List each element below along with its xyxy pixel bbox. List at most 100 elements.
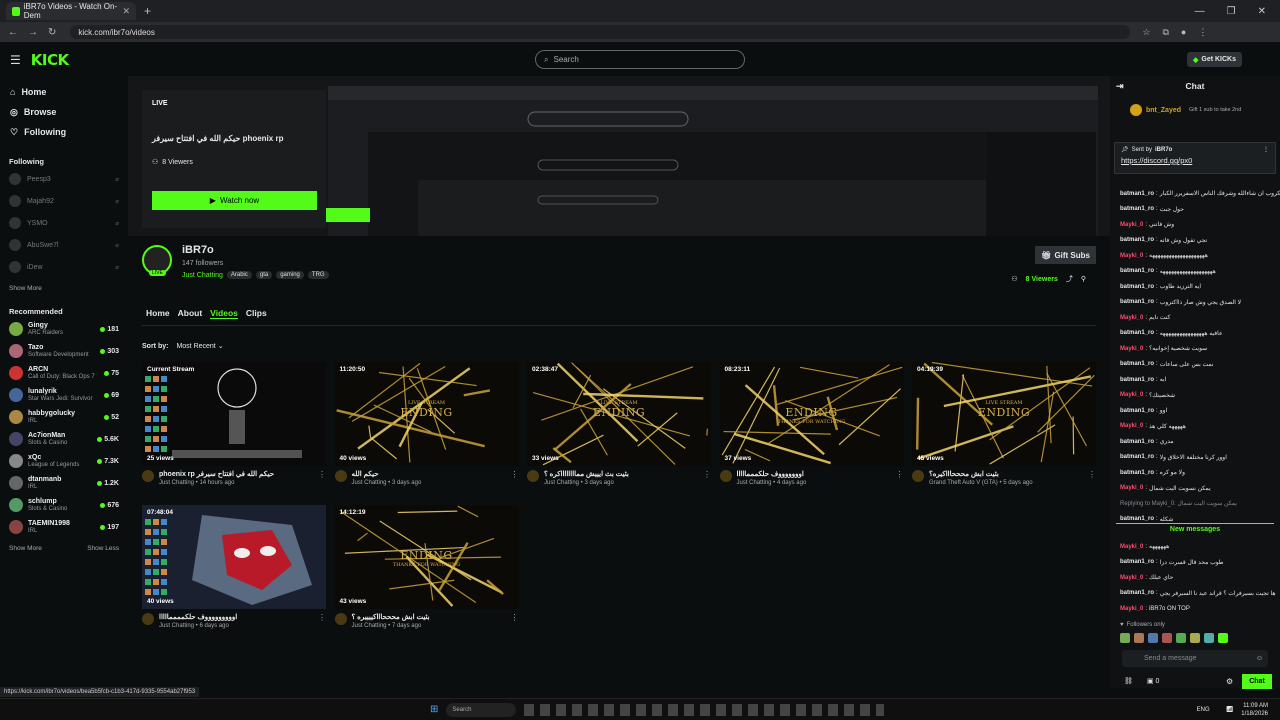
sidebar-item-browse[interactable]: ◎ Browse [10, 102, 118, 122]
video-thumbnail[interactable]: Current Stream 25 views [142, 362, 326, 466]
recommended-channel[interactable]: schlump Slots & Casino 676 [0, 494, 128, 516]
chat-username[interactable]: Mayki_0 [1120, 575, 1143, 581]
video-thumbnail[interactable]: ENDING LIVE STREAM 04:19:39 45 views [912, 362, 1096, 466]
channel-tag[interactable]: gaming [276, 271, 304, 279]
video-card[interactable]: ENDING THANKS FOR WATCHING 14:12:19 43 view… [334, 505, 519, 630]
show-more-button[interactable]: Show More [9, 545, 42, 552]
emoji-icon[interactable]: ☺ [1256, 655, 1263, 662]
collapse-chat-icon[interactable]: ⇥ [1116, 81, 1124, 92]
video-menu-icon[interactable]: ⋮ [511, 613, 519, 630]
new-tab-icon[interactable]: + [144, 4, 151, 18]
chat-username[interactable]: Mayki_0 [1120, 315, 1143, 321]
video-menu-icon[interactable]: ⋮ [703, 470, 711, 487]
chat-username[interactable]: batman1_ro [1120, 590, 1154, 596]
back-icon[interactable]: ← [8, 27, 18, 38]
recommended-channel[interactable]: xQc League of Legends 7.3K [0, 450, 128, 472]
video-title[interactable]: phoenix rp حيكم الله في افتتاح سيرفر [159, 470, 274, 479]
pinned-link[interactable]: https://discord.gg/px0 [1121, 156, 1269, 165]
chat-username[interactable]: batman1_ro [1120, 559, 1154, 565]
video-title[interactable]: بثيت ابش محححاااكييييره ؟ [352, 613, 430, 622]
chat-username[interactable]: batman1_ro [1120, 377, 1154, 383]
video-menu-icon[interactable]: ⋮ [1088, 470, 1096, 487]
sidebar-item-home[interactable]: ⌂ Home [10, 82, 118, 102]
emote[interactable] [1190, 633, 1200, 643]
minimize-icon[interactable]: — [1195, 6, 1205, 17]
recommended-channel[interactable]: Tazo Software Development 303 [0, 340, 128, 362]
chat-username[interactable]: batman1_ro [1120, 330, 1154, 336]
extensions-icon[interactable]: ⧉ [1162, 27, 1168, 38]
recommended-channel[interactable]: Gingy ARC Raiders 181 [0, 318, 128, 340]
chat-username[interactable]: batman1_ro [1120, 268, 1154, 274]
chat-username[interactable]: batman1_ro [1120, 516, 1154, 522]
stream-preview[interactable]: LIVE phoenix rp حيكم الله في افتتاح سيرف… [128, 76, 1110, 236]
language-indicator[interactable]: ENG [1197, 707, 1210, 713]
video-card[interactable]: ENDING THANKS FOR WATCHING 08:23:11 37 view… [719, 362, 904, 487]
close-tab-icon[interactable]: ✕ [122, 6, 130, 17]
top-gifter-name[interactable]: bnt_Zayed [1146, 107, 1181, 114]
forward-icon[interactable]: → [28, 27, 38, 38]
chat-username[interactable]: Mayki_0 [1120, 423, 1143, 429]
show-less-button[interactable]: Show Less [87, 545, 119, 552]
follow-user-icon[interactable]: ⚲ [1081, 275, 1086, 283]
followed-channel[interactable]: Majah92 ⌀ [0, 190, 128, 212]
recommended-channel[interactable]: habbygolucky IRL 52 [0, 406, 128, 428]
chat-username[interactable]: batman1_ro [1120, 439, 1154, 445]
search-input[interactable]: ⌕ Search [535, 50, 745, 69]
tab-home[interactable]: Home [146, 308, 170, 319]
chat-username[interactable]: batman1_ro [1120, 299, 1154, 305]
chat-username[interactable]: Mayki_0 [1120, 253, 1143, 259]
tab-clips[interactable]: Clips [246, 308, 267, 319]
video-card[interactable]: Current Stream 25 views phoenix rp حيكم ال… [142, 362, 326, 487]
url-field[interactable]: kick.com/ibr7o/videos [70, 25, 1131, 39]
video-title[interactable]: اوووووووف حلكمممااااا [737, 470, 807, 479]
recommended-channel[interactable]: Ac7ionMan Slots & Casino 5.6K [0, 428, 128, 450]
points-display[interactable]: ▣ 0 [1147, 677, 1159, 685]
video-menu-icon[interactable]: ⋮ [896, 470, 904, 487]
video-menu-icon[interactable]: ⋮ [318, 470, 326, 487]
channel-tag[interactable]: TRG [307, 271, 329, 279]
channel-category[interactable]: Just Chatting [182, 272, 223, 279]
tab-videos[interactable]: Videos [210, 308, 238, 319]
reload-icon[interactable]: ↻ [48, 27, 56, 38]
chat-username[interactable]: batman1_ro [1120, 284, 1154, 290]
chat-username[interactable]: Mayki_0 [1120, 392, 1143, 398]
chat-username[interactable]: batman1_ro [1120, 454, 1154, 460]
browser-tab[interactable]: iBR7o Videos - Watch On-Dem ✕ [6, 2, 136, 20]
video-thumbnail[interactable]: 07:48:04 40 views [142, 505, 326, 609]
watch-now-button[interactable]: ▶ Watch now [152, 191, 317, 210]
profile-icon[interactable]: ● [1181, 27, 1186, 38]
tab-about[interactable]: About [178, 308, 203, 319]
chat-input[interactable]: Send a message ☺ [1122, 650, 1268, 667]
video-thumbnail[interactable]: ENDING THANKS FOR WATCHING 14:12:19 43 view… [334, 505, 519, 609]
share-icon[interactable]: ⤴ [1066, 274, 1073, 284]
emote[interactable] [1162, 633, 1172, 643]
chat-username[interactable]: batman1_ro [1120, 191, 1154, 197]
connections-icon[interactable]: ⛓ [1124, 677, 1133, 685]
video-thumbnail[interactable]: ENDING LIVE STREAM 02:38:47 33 views [527, 362, 711, 466]
network-icon[interactable]: 📶︎ [1226, 706, 1234, 713]
chat-username[interactable]: batman1_ro [1120, 408, 1154, 414]
video-title[interactable]: بثيت ابش محححاااكيره؟ [929, 470, 1033, 479]
emote[interactable] [1120, 633, 1130, 643]
menu-dots-icon[interactable]: ⋮ [1198, 27, 1207, 38]
followed-channel[interactable]: iDew ⌀ [0, 256, 128, 278]
recommended-channel[interactable]: lunalyrik Star Wars Jedi: Survivor 69 [0, 384, 128, 406]
video-card[interactable]: ENDING LIVE STREAM 04:19:39 45 views بثيت اب… [912, 362, 1096, 487]
video-title[interactable]: اوووووووووف حلكممممااااا [159, 613, 237, 622]
emote[interactable] [1134, 633, 1144, 643]
windows-start-icon[interactable]: ⊞ [430, 704, 438, 715]
followed-channel[interactable]: Peesp3 ⌀ [0, 168, 128, 190]
following-show-more[interactable]: Show More [0, 278, 128, 298]
video-menu-icon[interactable]: ⋮ [318, 613, 326, 630]
emote[interactable] [1176, 633, 1186, 643]
channel-tag[interactable]: Arabic [226, 271, 252, 279]
video-title[interactable]: حيكم الله [352, 470, 422, 479]
video-thumbnail[interactable]: ENDING LIVE STREAM 11:20:50 40 views [334, 362, 519, 466]
hamburger-icon[interactable]: ☰ [10, 53, 21, 67]
chat-username[interactable]: Mayki_0 [1120, 544, 1143, 550]
video-card[interactable]: 07:48:04 40 views اوووووووووف حلكممممااااا… [142, 505, 326, 630]
channel-tag[interactable]: gta [255, 271, 273, 279]
recommended-channel[interactable]: TAEMIN1998 IRL 197 [0, 516, 128, 538]
chat-username[interactable]: batman1_ro [1120, 206, 1154, 212]
recommended-channel[interactable]: dtanmanb IRL 1.2K [0, 472, 128, 494]
